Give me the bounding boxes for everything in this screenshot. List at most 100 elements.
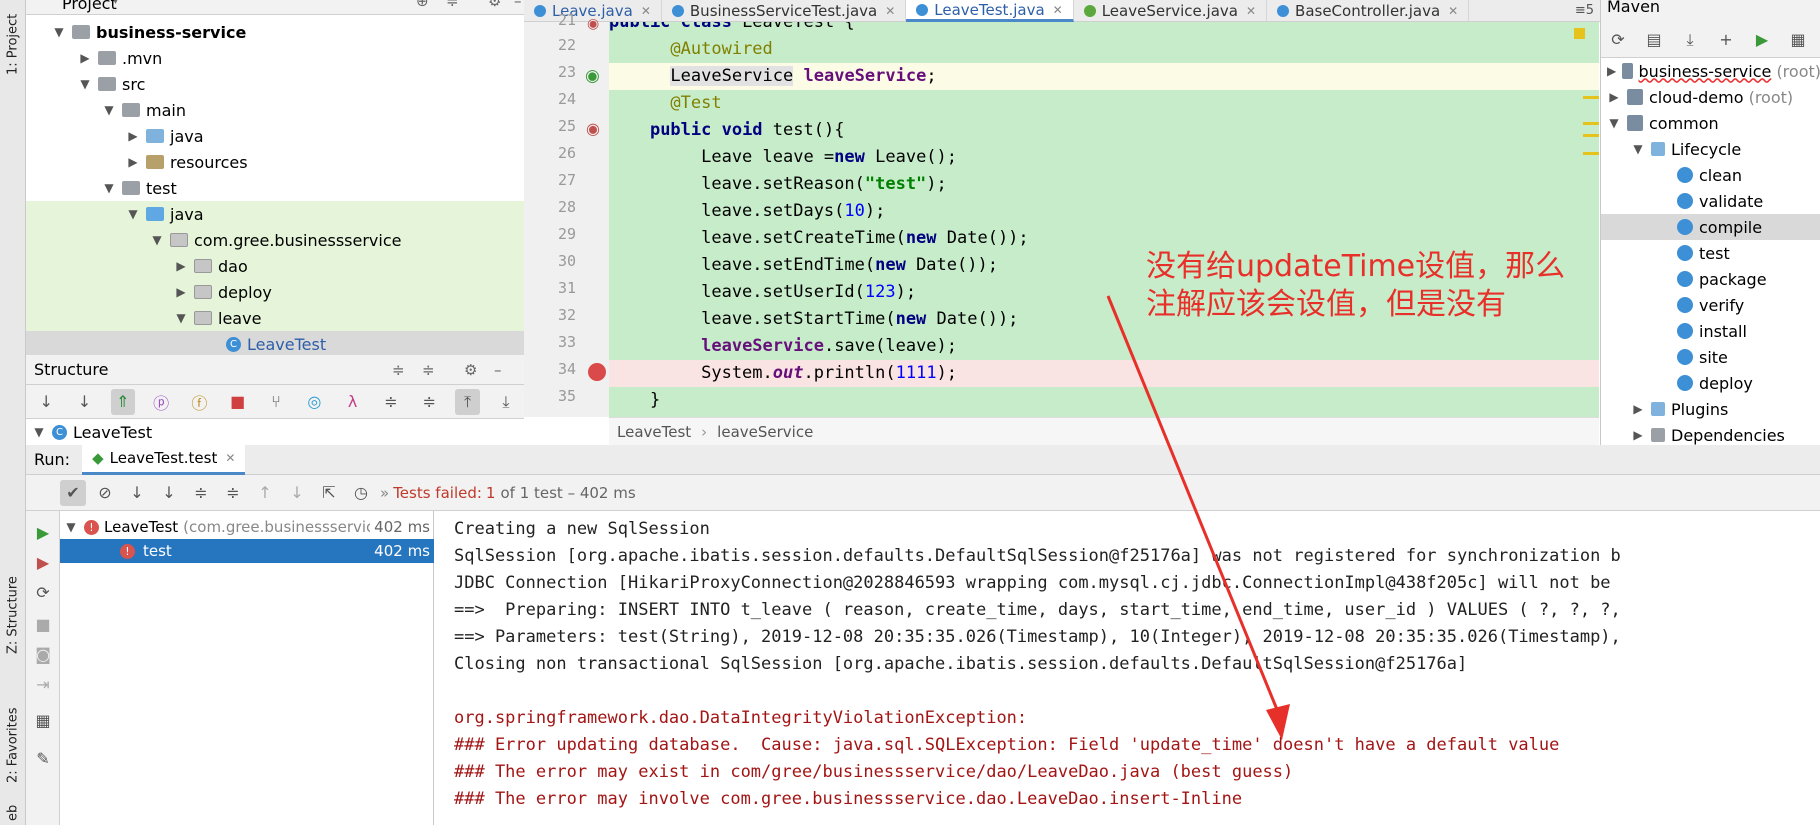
close-icon[interactable]: ✕ [1448,4,1458,18]
pin-icon[interactable]: ✎ [30,745,56,771]
run-tab-leavetest[interactable]: ◆ LeaveTest.test ✕ [82,444,246,475]
collapse-all-icon[interactable]: ≑ [220,480,246,506]
layout-icon[interactable]: ▦ [30,707,56,733]
run-test-icon[interactable]: ◉ [587,16,599,32]
lock-icon[interactable]: ■ [226,389,250,415]
show-properties-icon[interactable]: ⓟ [149,389,173,415]
favorites-tool-tab[interactable]: 2: Favorites [2,690,24,800]
chevron-down-icon[interactable]: ▼ [174,311,188,325]
next-failed-icon[interactable]: ↓ [284,480,310,506]
tab-businessservicetest-java[interactable]: BusinessServiceTest.java ✕ [662,0,907,22]
expand-all-icon[interactable]: ≑ [392,361,405,379]
expand-icon[interactable]: ≑ [379,389,403,415]
close-icon[interactable]: ✕ [1053,3,1063,17]
chevron-right-icon[interactable]: ▶ [78,51,92,65]
chevron-down-icon[interactable]: ▼ [1607,116,1621,130]
error-stripe-marker[interactable] [1583,122,1599,125]
fork-icon[interactable]: ⑂ [264,389,288,415]
chevron-right-icon[interactable]: ▶ [1607,64,1616,78]
exit-icon[interactable]: ⇥ [30,671,56,697]
chevron-right-icon[interactable]: ▶ [1631,402,1645,416]
maven-item-lifecycle[interactable]: ▼ Lifecycle [1601,136,1820,162]
run-test-icon[interactable]: ◉ [586,119,600,138]
chevron-right-icon[interactable]: ▶ [126,129,140,143]
maven-goal-package[interactable]: package [1601,266,1820,292]
console-output[interactable]: Creating a new SqlSession SqlSession [or… [434,511,1820,825]
collapse-all-icon[interactable]: ≑ [422,361,435,379]
close-icon[interactable]: ✕ [885,4,895,18]
download-icon[interactable]: ⤓ [1677,27,1703,53]
show-passed-icon[interactable]: ✔ [60,479,86,506]
maven-goal-verify[interactable]: verify [1601,292,1820,318]
tree-item-business-service[interactable]: ▼ business-service [26,19,524,45]
previous-failed-icon[interactable]: ↑ [252,480,278,506]
tab-basecontroller-java[interactable]: BaseController.java ✕ [1267,0,1470,22]
breadcrumb-item[interactable]: leaveService [717,423,813,441]
implementation-icon[interactable]: ◉ [585,66,600,86]
inspection-status-icon[interactable] [1574,28,1585,39]
chevron-down-icon[interactable]: ▼ [1631,142,1645,156]
chevron-down-icon[interactable]: ▼ [32,425,46,439]
maven-goal-test[interactable]: test [1601,240,1820,266]
test-row-test[interactable]: ! test 402 ms [60,539,434,563]
project-tool-tab[interactable]: 1: Project [2,4,24,84]
breakpoint-icon[interactable] [588,363,606,381]
show-ignored-icon[interactable]: ⊘ [92,480,118,506]
stop-icon[interactable]: ■ [30,611,56,637]
camera-icon[interactable]: ◙ [30,641,56,667]
chevron-right-icon[interactable]: ▶ [1607,90,1621,104]
maven-item-common[interactable]: ▼ common [1601,110,1820,136]
locate-icon[interactable]: ⊕ [416,0,429,10]
maven-item-cloud-demo[interactable]: ▶ cloud-demo (root) [1601,84,1820,110]
web-tool-tab[interactable]: eb [2,800,24,825]
tree-item-resources[interactable]: ▶ resources [26,149,524,175]
maven-goal-deploy[interactable]: deploy [1601,370,1820,396]
expand-all-icon[interactable]: ≑ [188,480,214,506]
export-icon[interactable]: ⇱ [316,480,342,506]
tree-item-test[interactable]: ▼ test [26,175,524,201]
chevron-down-icon[interactable]: ▼ [102,181,116,195]
chevron-down-icon[interactable]: ▼ [150,233,164,247]
tree-item-leave[interactable]: ▼ leave [26,305,524,331]
chevron-down-icon[interactable]: ▼ [64,520,78,534]
rerun-failed-icon[interactable]: ▶ [30,549,56,575]
gear-icon[interactable]: ⚙ [488,0,501,10]
close-icon[interactable]: ✕ [641,4,651,18]
sort-alpha-icon[interactable]: ↓ [72,389,96,415]
tab-overflow-indicator[interactable]: ≡ 5 [1575,0,1600,21]
code-editor[interactable]: public class LeaveTest { @Autowired Leav… [609,22,1599,417]
breadcrumb-item[interactable]: LeaveTest [617,423,691,441]
structure-root-row[interactable]: ▼ C LeaveTest [26,419,524,445]
more-icon[interactable]: » [380,484,389,502]
close-icon[interactable]: ✕ [1246,4,1256,18]
tab-leaveservice-java[interactable]: LeaveService.java ✕ [1074,0,1268,22]
error-stripe-marker[interactable] [1583,134,1599,137]
error-stripe-marker[interactable] [1583,96,1599,99]
maven-goal-compile[interactable]: compile [1601,214,1820,240]
chevron-right-icon[interactable]: ▶ [174,259,188,273]
collapse-icon[interactable]: ≑ [417,389,441,415]
anonymous-class-icon[interactable]: ◎ [302,389,326,415]
show-fields-icon[interactable]: ⓕ [187,389,211,415]
show-inherited-icon[interactable]: ⇑ [110,388,135,415]
close-icon[interactable]: ✕ [225,451,235,465]
maven-item-plugins[interactable]: ▶ Plugins [1601,396,1820,422]
maven-goal-site[interactable]: site [1601,344,1820,370]
tree-item-main-java[interactable]: ▶ java [26,123,524,149]
collapse-icon[interactable]: ≑ [446,0,459,10]
maven-icon[interactable]: ▦ [1785,27,1811,53]
minimize-icon[interactable]: – [494,361,502,379]
chevron-down-icon[interactable]: ▼ [78,77,92,91]
maven-item-business-service[interactable]: ▶ business-service (root) [1601,58,1820,84]
tree-item-leavetest[interactable]: C LeaveTest [26,331,524,355]
maven-goal-install[interactable]: install [1601,318,1820,344]
gear-icon[interactable]: ⚙ [464,361,477,379]
run-icon[interactable]: ▶ [1749,27,1775,53]
sort-visibility-icon[interactable]: ↓ [34,389,58,415]
toggle-autotest-icon[interactable]: ⟳ [30,579,56,605]
minimize-icon[interactable]: – [514,0,522,10]
maven-goal-clean[interactable]: clean [1601,162,1820,188]
tree-item-deploy[interactable]: ▶ deploy [26,279,524,305]
chevron-down-icon[interactable]: ▼ [126,207,140,221]
tree-item-test-java[interactable]: ▼ java [26,201,524,227]
